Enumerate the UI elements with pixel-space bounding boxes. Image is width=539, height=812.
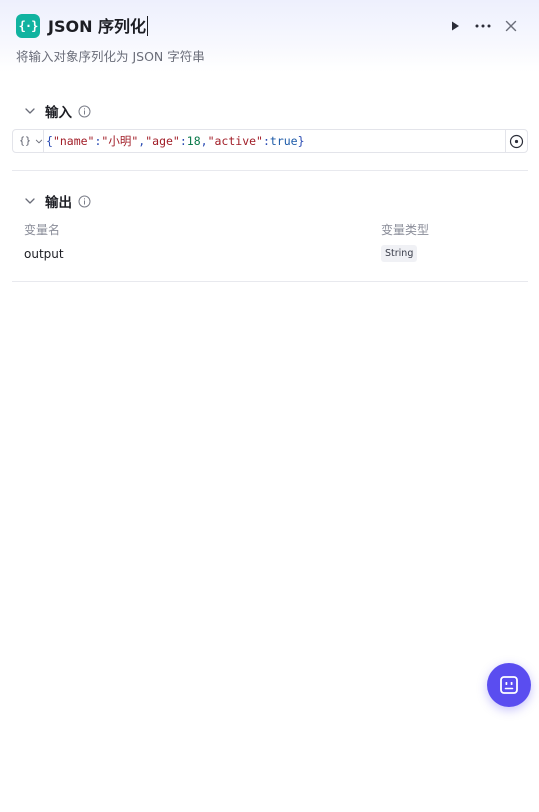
- json-token-punc: :: [179, 134, 187, 148]
- assistant-fab-button[interactable]: [487, 663, 531, 707]
- run-icon[interactable]: [447, 18, 463, 34]
- output-type-badge: String: [381, 245, 418, 262]
- json-token-punc: ,: [200, 134, 208, 148]
- input-section-title: 输入: [45, 105, 72, 121]
- output-section-title: 输出: [45, 195, 72, 211]
- json-token-bool: true: [269, 134, 298, 148]
- column-header-variable-name: 变量名: [24, 223, 61, 237]
- json-token-key: "active": [207, 134, 263, 148]
- json-token-key: "age": [145, 134, 180, 148]
- more-icon[interactable]: [474, 18, 492, 34]
- object-type-icon: {}: [19, 135, 32, 147]
- json-token-str: "小明": [101, 134, 139, 148]
- chevron-down-icon: [35, 139, 43, 143]
- input-value-row: {} {"name":"小明","age":18,"active":true}: [12, 129, 528, 153]
- chevron-down-icon[interactable]: [24, 105, 36, 117]
- info-icon[interactable]: [78, 105, 91, 118]
- json-token-num: 18: [186, 134, 201, 148]
- input-section-header[interactable]: 输入: [24, 101, 91, 121]
- json-token-punc: }: [297, 134, 305, 148]
- chevron-down-icon[interactable]: [24, 195, 36, 207]
- json-node-icon: {·}: [16, 14, 40, 38]
- info-icon[interactable]: [78, 195, 91, 208]
- value-type-select[interactable]: {}: [13, 130, 44, 152]
- robot-face-icon: [500, 676, 518, 694]
- variable-target-icon: [509, 134, 524, 148]
- json-token-key: "name": [52, 134, 95, 148]
- section-divider: [12, 281, 528, 282]
- output-variable-name: output: [24, 247, 64, 261]
- json-token-punc: {: [46, 134, 53, 148]
- json-token-punc: :: [262, 134, 270, 148]
- output-section-header[interactable]: 输出: [24, 191, 91, 211]
- close-icon[interactable]: [503, 18, 519, 34]
- node-title[interactable]: JSON 序列化: [48, 15, 148, 39]
- variable-reference-button[interactable]: [505, 130, 527, 152]
- section-divider: [12, 170, 528, 171]
- node-description: 将输入对象序列化为 JSON 字符串: [16, 49, 205, 64]
- node-header: {·} JSON 序列化 将输入对象序列化为 JSON 字符串: [0, 0, 539, 72]
- column-header-variable-type: 变量类型: [381, 223, 430, 237]
- input-json-editor[interactable]: {"name":"小明","age":18,"active":true}: [46, 130, 305, 152]
